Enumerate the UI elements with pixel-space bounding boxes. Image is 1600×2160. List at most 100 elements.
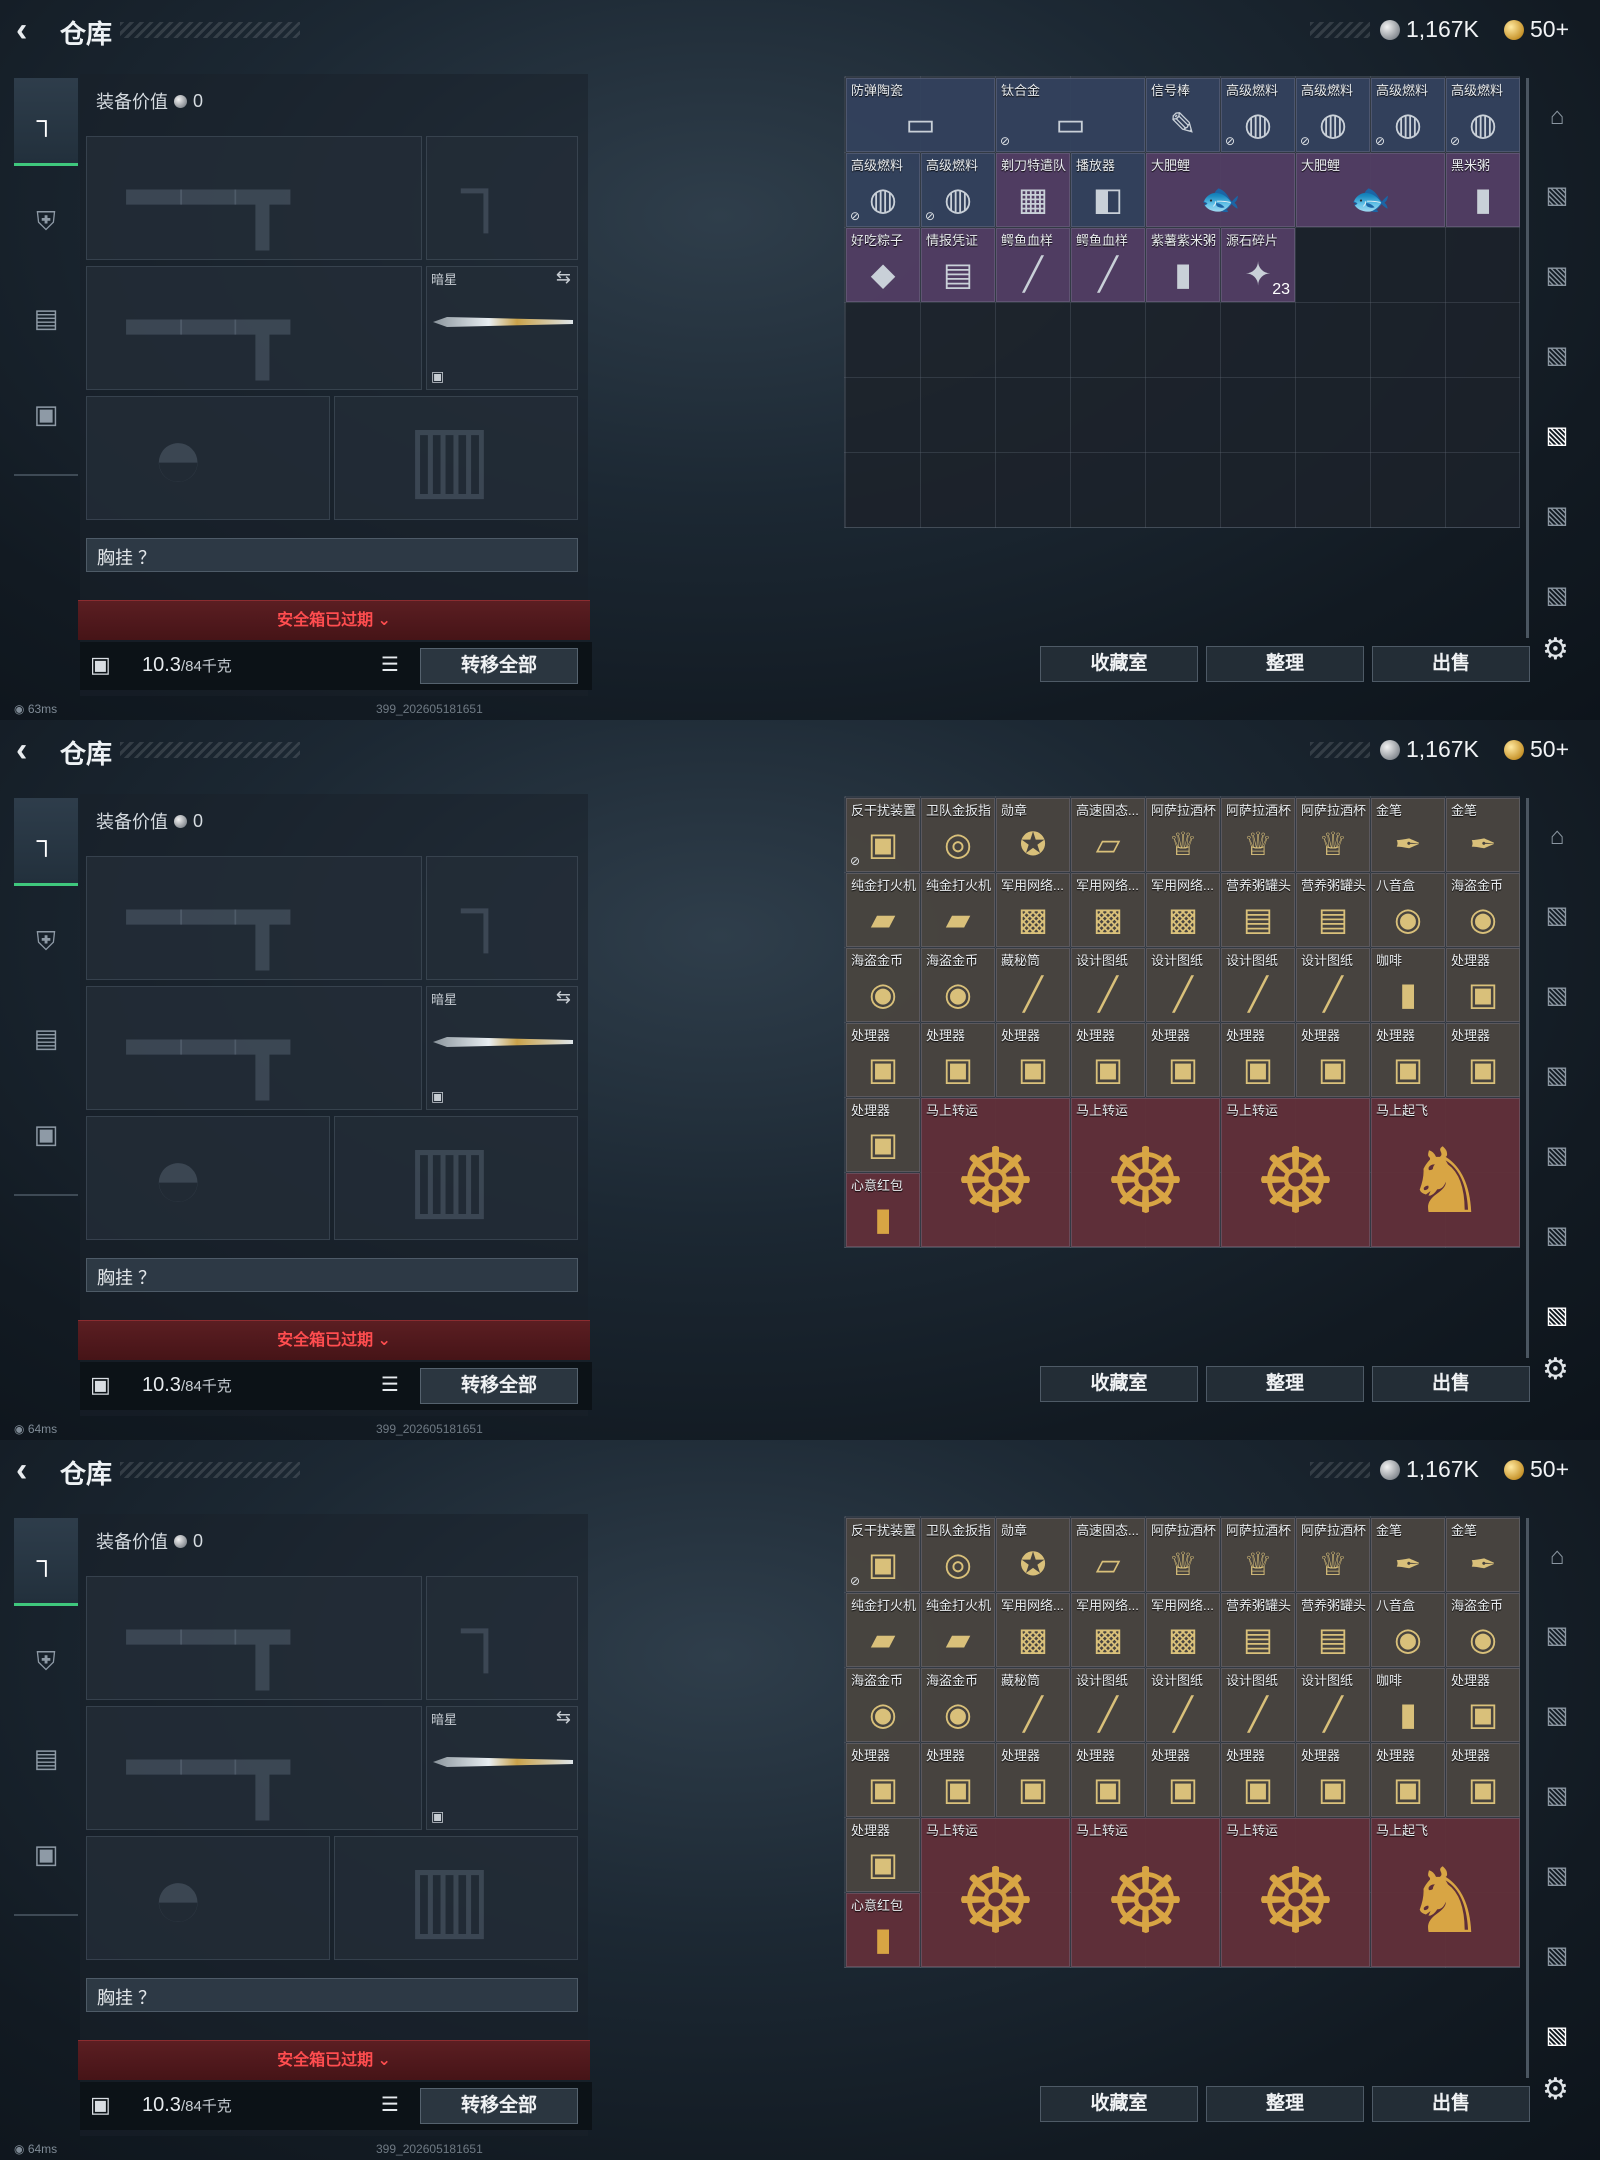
stash-item[interactable]: 处理器 ▣ bbox=[846, 1023, 920, 1097]
stash-item[interactable]: 海盗金币 ◉ bbox=[846, 948, 920, 1022]
nav-case-tab[interactable]: ▣ bbox=[14, 370, 78, 458]
stash-item[interactable]: 咖啡 ▮ bbox=[1371, 948, 1445, 1022]
gold-currency[interactable]: 50+ bbox=[1504, 16, 1569, 43]
stash-grid[interactable]: 反干扰装置 ▣ ⊘ 卫队金扳指 ◎ 勋章 ✪ 高速固态... ▱ 阿萨拉酒杯 ♕ 阿萨拉酒杯 ♕ 阿萨拉酒… bbox=[844, 1516, 1520, 1968]
stash-item[interactable]: 纯金打火机 ▰ bbox=[921, 1593, 995, 1667]
swap-icon[interactable]: ⇆ bbox=[556, 1707, 571, 1728]
stash-item[interactable]: 卫队金扳指 ◎ bbox=[921, 798, 995, 872]
nav-backpack-tab[interactable]: ▤ bbox=[14, 274, 78, 362]
stash-item[interactable]: 处理器 ▣ bbox=[1221, 1743, 1295, 1817]
stash-item[interactable]: 藏秘筒 ╱ bbox=[996, 1668, 1070, 1742]
stash-item[interactable]: 处理器 ▣ bbox=[1071, 1743, 1145, 1817]
stash-item[interactable]: 处理器 ▣ bbox=[996, 1023, 1070, 1097]
stash-page-2-icon[interactable]: ▧ bbox=[1530, 170, 1584, 220]
sort-button[interactable]: 整理 bbox=[1206, 646, 1364, 682]
chest-rig-slot[interactable]: 胸挂 ？ bbox=[86, 538, 578, 572]
stash-item[interactable]: 营养粥罐头 ▤ bbox=[1296, 873, 1370, 947]
stash-item[interactable]: 八音盒 ◉ bbox=[1371, 1593, 1445, 1667]
lock-toggle-icon[interactable]: ▣ bbox=[90, 2092, 111, 2118]
stash-item[interactable]: 鳄鱼血样 ╱ bbox=[1071, 228, 1145, 302]
sort-button[interactable]: 整理 bbox=[1206, 2086, 1364, 2122]
stash-page-5-icon[interactable]: ▧ bbox=[1530, 410, 1584, 460]
stash-item[interactable]: 马上转运 ☸ bbox=[921, 1818, 1070, 1967]
stash-item[interactable]: 咖啡 ▮ bbox=[1371, 1668, 1445, 1742]
collection-room-button[interactable]: 收藏室 bbox=[1040, 1366, 1198, 1402]
silver-currency[interactable]: 1,167K bbox=[1380, 736, 1479, 763]
stash-item[interactable]: 海盗金币 ◉ bbox=[1446, 873, 1520, 947]
stash-home-icon[interactable]: ⌂ bbox=[1530, 812, 1584, 862]
helmet-slot[interactable]: ◓ bbox=[86, 396, 330, 520]
vest-slot[interactable]: ▥ bbox=[334, 1116, 578, 1240]
stash-item[interactable]: 军用网络... ▩ bbox=[1146, 1593, 1220, 1667]
stash-item[interactable]: 军用网络... ▩ bbox=[1146, 873, 1220, 947]
list-icon[interactable]: ☰ bbox=[376, 2092, 404, 2120]
stash-item[interactable]: 处理器 ▣ bbox=[1446, 1023, 1520, 1097]
stash-page-3-icon[interactable]: ▧ bbox=[1530, 970, 1584, 1020]
gold-currency[interactable]: 50+ bbox=[1504, 736, 1569, 763]
stash-scrollbar[interactable] bbox=[1526, 78, 1529, 638]
stash-item[interactable]: 海盗金币 ◉ bbox=[846, 1668, 920, 1742]
stash-item[interactable]: 高级燃料 ◍ ⊘ bbox=[1371, 78, 1445, 152]
pistol-slot[interactable]: ┐ bbox=[426, 1576, 578, 1700]
stash-item[interactable]: 阿萨拉酒杯 ♕ bbox=[1221, 1518, 1295, 1592]
primary-weapon-slot[interactable]: ━━┳ bbox=[86, 1576, 422, 1700]
stash-item[interactable]: 设计图纸 ╱ bbox=[1146, 1668, 1220, 1742]
transfer-all-button[interactable]: 转移全部 bbox=[420, 1368, 578, 1404]
stash-item[interactable]: 防弹陶瓷 ▭ bbox=[846, 78, 995, 152]
stash-item[interactable]: 紫薯紫米粥 ▮ bbox=[1146, 228, 1220, 302]
sell-button[interactable]: 出售 bbox=[1372, 2086, 1530, 2122]
stash-item[interactable]: 马上起飞 ♞ bbox=[1371, 1098, 1520, 1247]
swap-icon[interactable]: ⇆ bbox=[556, 267, 571, 288]
chest-rig-slot[interactable]: 胸挂 ？ bbox=[86, 1978, 578, 2012]
stash-item[interactable]: 处理器 ▣ bbox=[1371, 1023, 1445, 1097]
back-chevron-icon[interactable]: ‹ bbox=[16, 1452, 46, 1488]
stash-item[interactable]: 马上转运 ☸ bbox=[1071, 1818, 1220, 1967]
stash-item[interactable]: 马上转运 ☸ bbox=[1221, 1818, 1370, 1967]
nav-armor-tab[interactable]: ⛨ bbox=[14, 1618, 78, 1706]
stash-item[interactable]: 阿萨拉酒杯 ♕ bbox=[1221, 798, 1295, 872]
transfer-all-button[interactable]: 转移全部 bbox=[420, 648, 578, 684]
gear-icon[interactable]: ⚙ bbox=[1542, 2072, 1569, 2107]
stash-item[interactable]: 高级燃料 ◍ ⊘ bbox=[1221, 78, 1295, 152]
secondary-weapon-slot[interactable]: ━━┳ bbox=[86, 1706, 422, 1830]
stash-page-4-icon[interactable]: ▧ bbox=[1530, 330, 1584, 380]
nav-backpack-tab[interactable]: ▤ bbox=[14, 994, 78, 1082]
stash-item[interactable]: 纯金打火机 ▰ bbox=[921, 873, 995, 947]
silver-currency[interactable]: 1,167K bbox=[1380, 16, 1479, 43]
stash-item[interactable]: 钛合金 ▭ ⊘ bbox=[996, 78, 1145, 152]
transfer-all-button[interactable]: 转移全部 bbox=[420, 2088, 578, 2124]
stash-page-4-icon[interactable]: ▧ bbox=[1530, 1050, 1584, 1100]
stash-page-4-icon[interactable]: ▧ bbox=[1530, 1770, 1584, 1820]
list-icon[interactable]: ☰ bbox=[376, 652, 404, 680]
collection-room-button[interactable]: 收藏室 bbox=[1040, 646, 1198, 682]
stash-page-3-icon[interactable]: ▧ bbox=[1530, 1690, 1584, 1740]
stash-scrollbar[interactable] bbox=[1526, 1518, 1529, 2078]
stash-item[interactable]: 处理器 ▣ bbox=[846, 1743, 920, 1817]
stash-item[interactable]: 处理器 ▣ bbox=[1221, 1023, 1295, 1097]
stash-item[interactable]: 八音盒 ◉ bbox=[1371, 873, 1445, 947]
stash-item[interactable]: 高级燃料 ◍ ⊘ bbox=[1296, 78, 1370, 152]
stash-item[interactable]: 营养粥罐头 ▤ bbox=[1296, 1593, 1370, 1667]
stash-page-3-icon[interactable]: ▧ bbox=[1530, 250, 1584, 300]
stash-grid[interactable]: 防弹陶瓷 ▭ 钛合金 ▭ ⊘ 信号棒 ✎ 高级燃料 ◍ ⊘ 高级燃料 ◍ ⊘ 高级燃料 ◍ ⊘ 高级燃料 ◍ ⊘ 高级… bbox=[844, 76, 1520, 528]
stash-item[interactable]: 处理器 ▣ bbox=[1071, 1023, 1145, 1097]
stash-page-7-icon[interactable]: ▧ bbox=[1530, 1290, 1584, 1340]
pistol-slot[interactable]: ┐ bbox=[426, 136, 578, 260]
stash-home-icon[interactable]: ⌂ bbox=[1530, 1532, 1584, 1582]
help-icon[interactable]: ？ bbox=[138, 1988, 156, 2008]
stash-item[interactable]: 勋章 ✪ bbox=[996, 1518, 1070, 1592]
stash-item[interactable]: 高级燃料 ◍ ⊘ bbox=[846, 153, 920, 227]
stash-item[interactable]: 军用网络... ▩ bbox=[1071, 1593, 1145, 1667]
stash-home-icon[interactable]: ⌂ bbox=[1530, 92, 1584, 142]
stash-item[interactable]: 处理器 ▣ bbox=[921, 1023, 995, 1097]
stash-item[interactable]: 设计图纸 ╱ bbox=[1221, 1668, 1295, 1742]
stash-item[interactable]: 高速固态... ▱ bbox=[1071, 798, 1145, 872]
stash-item[interactable]: 军用网络... ▩ bbox=[1071, 873, 1145, 947]
stash-item[interactable]: 马上转运 ☸ bbox=[1221, 1098, 1370, 1247]
stash-item[interactable]: 军用网络... ▩ bbox=[996, 873, 1070, 947]
list-icon[interactable]: ☰ bbox=[376, 1372, 404, 1400]
stash-item[interactable]: 处理器 ▣ bbox=[996, 1743, 1070, 1817]
stash-item[interactable]: 金笔 ✒ bbox=[1446, 1518, 1520, 1592]
stash-item[interactable]: 处理器 ▣ bbox=[1146, 1023, 1220, 1097]
stash-item[interactable]: 金笔 ✒ bbox=[1371, 798, 1445, 872]
